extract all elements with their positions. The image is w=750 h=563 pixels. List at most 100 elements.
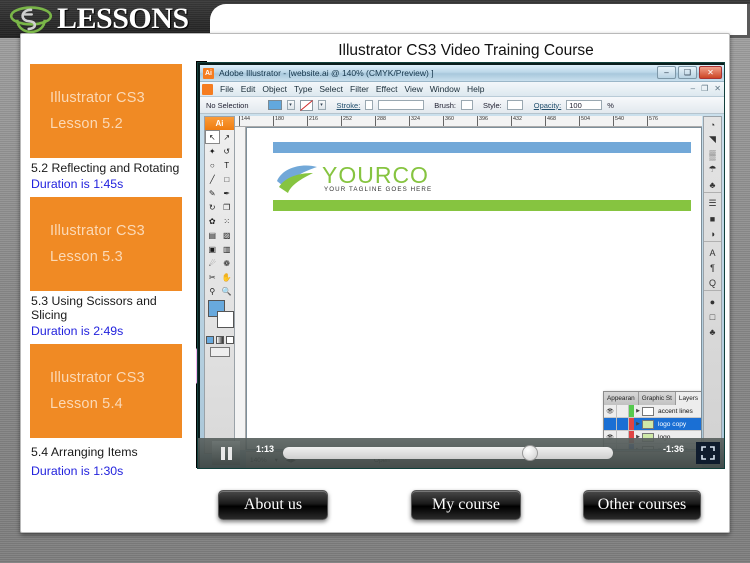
tool-free-transform-icon[interactable]: ⁙ <box>220 214 235 228</box>
menu-effect[interactable]: Effect <box>376 84 398 94</box>
minimize-button[interactable]: – <box>657 66 676 79</box>
lesson-thumbnail[interactable]: Illustrator CS3 Lesson 5.4 <box>30 343 182 438</box>
appearance-panel-icon[interactable]: ● <box>704 294 721 309</box>
close-icon[interactable]: × <box>701 395 702 402</box>
menu-type[interactable]: Type <box>294 84 312 94</box>
tool-mesh-icon[interactable]: ▣ <box>205 242 220 256</box>
tool-slice-icon[interactable]: ✋ <box>220 270 235 284</box>
stroke-swatch[interactable] <box>217 311 234 328</box>
fill-color-swatch[interactable] <box>267 100 282 110</box>
fill-dropdown-icon[interactable]: ▾ <box>286 100 295 110</box>
tool-eyedropper-icon[interactable]: ☄ <box>205 256 220 270</box>
about-us-button[interactable]: About us <box>218 490 328 520</box>
tool-paintbrush-icon[interactable]: ✎ <box>205 186 220 200</box>
layers-panel-icon[interactable]: □ <box>704 309 721 324</box>
tool-blend-icon[interactable]: ❁ <box>220 256 235 270</box>
opacity-label[interactable]: Opacity: <box>534 101 562 110</box>
visibility-toggle-icon[interactable] <box>604 418 617 430</box>
pause-button[interactable] <box>212 441 240 465</box>
lock-toggle-icon[interactable] <box>617 418 629 430</box>
illustrator-canvas[interactable]: YOURCO YOUR TAGLINE GOES HERE Appearan G… <box>246 127 702 450</box>
gradient-panel-icon[interactable]: ◥ <box>704 132 721 147</box>
tool-lasso-icon[interactable]: ↺ <box>220 144 235 158</box>
tool-rectangle-icon[interactable]: □ <box>220 172 235 186</box>
tool-pen-icon[interactable]: ○ <box>205 158 220 172</box>
menu-filter[interactable]: Filter <box>350 84 369 94</box>
style-select[interactable] <box>506 100 523 110</box>
none-button[interactable] <box>225 336 234 344</box>
list-item[interactable]: Illustrator CS3 Lesson 5.3 5.3 Using Sci… <box>30 196 190 338</box>
brand-logo[interactable]: LESSONS <box>8 2 189 36</box>
menu-help[interactable]: Help <box>467 84 484 94</box>
tool-warp-icon[interactable]: ✿ <box>205 214 220 228</box>
stroke-profile-select[interactable] <box>378 100 425 110</box>
none-stroke-icon[interactable] <box>299 99 313 111</box>
screen-mode-button[interactable] <box>209 347 230 357</box>
gradient-button[interactable] <box>215 336 224 344</box>
menu-view[interactable]: View <box>404 84 422 94</box>
tool-gradient-icon[interactable]: ▥ <box>220 242 235 256</box>
my-course-button[interactable]: My course <box>411 490 521 520</box>
menu-edit[interactable]: Edit <box>241 84 256 94</box>
table-row[interactable]: ▶ logo copy <box>604 418 701 431</box>
tool-symbol-sprayer-icon[interactable]: ▤ <box>205 228 220 242</box>
tool-rotate-icon[interactable]: ↻ <box>205 200 220 214</box>
video-player[interactable]: Ai Adobe Illustrator - [website.ai @ 140… <box>197 62 725 469</box>
maximize-button[interactable]: ❑ <box>678 66 697 79</box>
tool-type-icon[interactable]: T <box>220 158 235 172</box>
align-panel-icon[interactable]: ☰ <box>704 196 721 211</box>
layer-name[interactable]: logo copy <box>658 421 686 428</box>
illustrator-toolbox[interactable]: Ai ↖ ↗ ✦ ↺ ○ T ╱ □ ✎ ✒ ↻ ❐ ✿ ⁙ ▤ ▨ ▣ ▥ ☄… <box>204 116 235 454</box>
menu-object[interactable]: Object <box>262 84 287 94</box>
expand-arrow-icon[interactable]: ▶ <box>634 421 642 427</box>
tool-direct-selection-icon[interactable]: ↗ <box>220 130 235 144</box>
stroke-weight-input[interactable] <box>365 100 374 110</box>
tool-live-paint-icon[interactable]: ✂ <box>205 270 220 284</box>
transform-panel-icon[interactable]: ■ <box>704 211 721 226</box>
lock-toggle-icon[interactable] <box>617 405 629 417</box>
close-button[interactable]: ✕ <box>699 66 722 79</box>
tool-zoom-icon[interactable]: 🔍 <box>220 284 235 298</box>
expand-arrow-icon[interactable]: ▶ <box>634 408 642 414</box>
color-button[interactable] <box>205 336 214 344</box>
symbols-panel-icon[interactable]: ♣ <box>704 177 721 192</box>
tool-selection-icon[interactable]: ↖ <box>205 130 220 144</box>
character-panel-icon[interactable]: A <box>704 245 721 260</box>
brushes-panel-icon[interactable]: ☂ <box>704 162 721 177</box>
table-row[interactable]: 👁 ▶ accent lines <box>604 405 701 418</box>
seek-thumb[interactable] <box>522 445 538 461</box>
tool-hand-icon[interactable]: ⚲ <box>205 284 220 298</box>
seek-slider[interactable] <box>283 445 613 461</box>
tool-line-icon[interactable]: ╱ <box>205 172 220 186</box>
paragraph-panel-icon[interactable]: ¶ <box>704 260 721 275</box>
opentype-panel-icon[interactable]: Q <box>704 275 721 290</box>
list-item[interactable]: Illustrator CS3 Lesson 5.2 5.2 Reflectin… <box>30 64 190 191</box>
doc-minimize-button[interactable]: – <box>691 84 695 93</box>
opacity-input[interactable]: 100 <box>566 100 603 110</box>
menu-select[interactable]: Select <box>319 84 343 94</box>
brush-select[interactable] <box>460 100 473 110</box>
list-item[interactable]: Illustrator CS3 Lesson 5.4 5.4 Arranging… <box>30 343 190 478</box>
swatches-panel-icon[interactable]: ▒ <box>704 147 721 162</box>
tab-layers[interactable]: Layers × <box>675 392 702 405</box>
transparency-panel-icon[interactable]: ◑ <box>704 226 721 241</box>
tab-appearance[interactable]: Appearan <box>604 392 639 405</box>
layer-name[interactable]: accent lines <box>658 408 693 415</box>
tab-graphic-styles[interactable]: Graphic St <box>638 392 676 405</box>
doc-restore-button[interactable]: ❐ <box>701 84 708 93</box>
stroke-dropdown-icon[interactable]: ▾ <box>317 100 326 110</box>
stroke-label[interactable]: Stroke: <box>337 101 361 110</box>
visibility-toggle-icon[interactable]: 👁 <box>604 405 617 417</box>
lesson-thumbnail[interactable]: Illustrator CS3 Lesson 5.3 <box>30 196 182 291</box>
lesson-thumbnail[interactable]: Illustrator CS3 Lesson 5.2 <box>30 64 182 158</box>
color-panel-icon[interactable]: ◔ <box>704 117 721 132</box>
graphic-styles-panel-icon[interactable]: ♣ <box>704 324 721 339</box>
tool-magic-wand-icon[interactable]: ✦ <box>205 144 220 158</box>
tool-pencil-icon[interactable]: ✒ <box>220 186 235 200</box>
fill-stroke-controls[interactable] <box>208 300 234 334</box>
tool-scale-icon[interactable]: ❐ <box>220 200 235 214</box>
tool-column-graph-icon[interactable]: ▨ <box>220 228 235 242</box>
illustrator-panel-dock[interactable]: ◔ ◥ ▒ ☂ ♣ ☰ ■ ◑ A ¶ Q ● □ ♣ <box>703 116 722 450</box>
doc-close-button[interactable]: ✕ <box>714 84 721 93</box>
other-courses-button[interactable]: Other courses <box>583 490 701 520</box>
